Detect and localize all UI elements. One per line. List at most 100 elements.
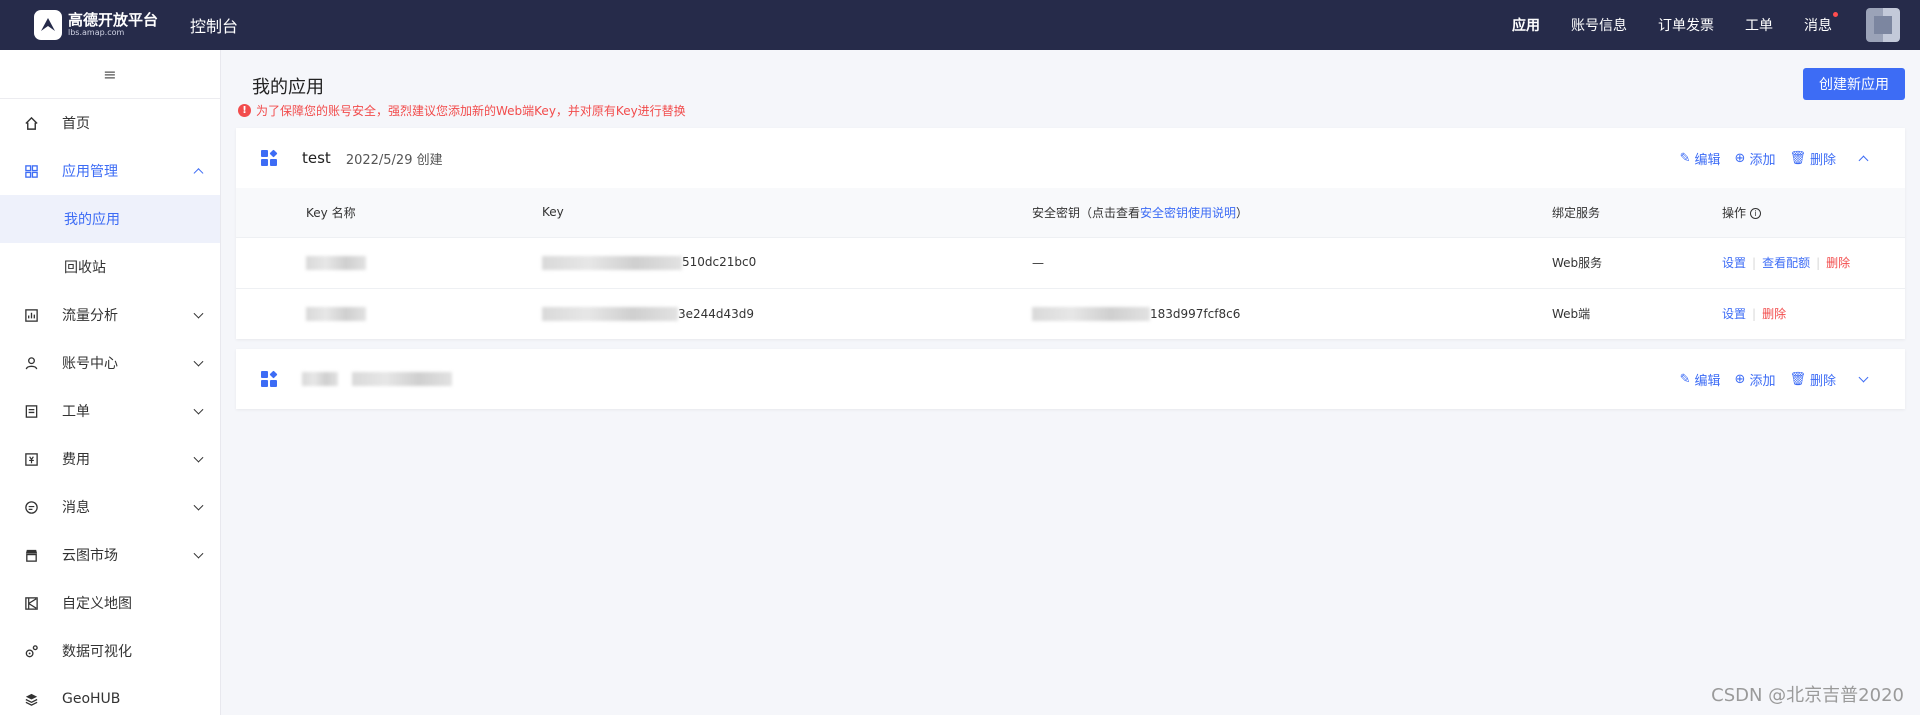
redacted-key	[542, 255, 682, 270]
amap-logo[interactable]: 高德开放平台 lbs.amap.com	[34, 10, 158, 40]
chevron-down-icon	[193, 404, 204, 415]
sidebar-item-data-visualization[interactable]: 数据可视化	[0, 627, 220, 675]
add-key-button[interactable]: ⊕ 添加	[1735, 370, 1776, 389]
nav-messages[interactable]: 消息	[1804, 12, 1838, 35]
service-value: Web端	[1552, 287, 1722, 339]
info-icon[interactable]: i	[1749, 207, 1761, 219]
nav-invoices[interactable]: 订单发票	[1658, 15, 1714, 35]
chevron-down-icon	[193, 500, 204, 511]
page-title: 我的应用	[252, 77, 324, 98]
app-name: test	[302, 149, 331, 167]
sidebar-item-label: 应用管理	[62, 164, 118, 180]
delete-app-button[interactable]: 🗑 删除	[1789, 370, 1836, 389]
sidebar-item-label: 云图市场	[62, 548, 118, 564]
grid-icon	[22, 162, 40, 180]
column-secret-suffix: ）	[1236, 205, 1249, 220]
sidebar-item-app-management[interactable]: 应用管理	[0, 147, 220, 195]
sidebar-item-cloud-market[interactable]: 云图市场	[0, 531, 220, 579]
settings-link[interactable]: 设置	[1722, 256, 1746, 270]
divider: |	[1752, 256, 1757, 270]
nav-tickets[interactable]: 工单	[1745, 15, 1773, 35]
table-row: 3e244d43d9 183d997fcf8c6 Web端 设置 | 删除	[236, 287, 1905, 339]
avatar[interactable]	[1866, 8, 1900, 42]
sidebar-sub-recycle-bin[interactable]: 回收站	[0, 243, 220, 291]
chevron-up-icon	[193, 168, 204, 179]
edit-label: 编辑	[1694, 152, 1721, 168]
chevron-down-icon[interactable]	[1858, 372, 1869, 382]
settings-link[interactable]: 设置	[1722, 307, 1746, 321]
app-created-date: 2022/5/29 创建	[345, 152, 443, 168]
redacted-key	[542, 307, 678, 321]
sidebar-item-billing[interactable]: 费用	[0, 435, 220, 483]
sidebar-item-home[interactable]: 首页	[0, 99, 220, 147]
edit-icon: ✎	[1679, 150, 1691, 166]
create-app-button[interactable]: 创建新应用	[1803, 68, 1905, 100]
redacted-app-date	[352, 372, 452, 386]
edit-label: 编辑	[1694, 373, 1721, 389]
sidebar-item-label: 流量分析	[62, 308, 118, 324]
warning-text: 为了保障您的账号安全，强烈建议您添加新的Web端Key，并对原有Key进行替换	[256, 104, 686, 118]
column-ops: 操作 i	[1722, 188, 1905, 237]
add-key-button[interactable]: ⊕ 添加	[1735, 149, 1776, 168]
sidebar-item-traffic[interactable]: 流量分析	[0, 291, 220, 339]
watermark: CSDN @北京吉普2020	[1711, 685, 1904, 706]
ticket-icon	[22, 402, 40, 420]
app-card-header: test 2022/5/29 创建 ✎ 编辑 ⊕ 添加 🗑 删除	[236, 128, 1905, 188]
add-label: 添加	[1749, 373, 1776, 389]
app-icon	[261, 149, 278, 166]
edit-button[interactable]: ✎ 编辑	[1680, 370, 1721, 389]
sidebar-item-geohub[interactable]: GeoHUB	[0, 675, 220, 715]
edit-button[interactable]: ✎ 编辑	[1680, 149, 1721, 168]
service-value: Web服务	[1552, 236, 1722, 288]
chevron-down-icon	[193, 308, 204, 319]
sidebar-item-account[interactable]: 账号中心	[0, 339, 220, 387]
chevron-down-icon	[193, 356, 204, 367]
redacted-key-name	[306, 307, 366, 321]
top-bar: 高德开放平台 lbs.amap.com 控制台 应用 账号信息 订单发票 工单 …	[0, 0, 1920, 50]
column-key: Key	[542, 188, 1032, 237]
alert-icon: !	[238, 104, 251, 117]
console-title[interactable]: 控制台	[190, 13, 238, 37]
app-card: ✎ 编辑 ⊕ 添加 🗑 删除	[236, 349, 1905, 409]
app-card: test 2022/5/29 创建 ✎ 编辑 ⊕ 添加 🗑 删除 Key 名称 Key…	[236, 128, 1905, 339]
sidebar-item-label: 首页	[62, 116, 90, 132]
sidebar-item-messages[interactable]: 消息	[0, 483, 220, 531]
add-label: 添加	[1749, 152, 1776, 168]
menu-toggle-icon[interactable]: ≡	[0, 50, 220, 99]
top-nav: 应用 账号信息 订单发票 工单 消息	[1512, 0, 1920, 50]
divider: |	[1816, 256, 1821, 270]
sidebar-item-tickets[interactable]: 工单	[0, 387, 220, 435]
chevron-up-icon[interactable]	[1858, 155, 1869, 165]
view-quota-link[interactable]: 查看配额	[1762, 256, 1810, 270]
logo-name: 高德开放平台	[67, 10, 158, 29]
edit-icon: ✎	[1679, 371, 1691, 387]
table-row: 510dc21bc0 — Web服务 设置 | 查看配额 | 删除	[236, 236, 1905, 288]
nav-apps[interactable]: 应用	[1512, 15, 1540, 35]
store-icon	[22, 546, 40, 564]
nav-account[interactable]: 账号信息	[1571, 15, 1627, 35]
trash-icon: 🗑	[1789, 371, 1806, 387]
sidebar-sub-my-apps[interactable]: 我的应用	[0, 195, 220, 243]
layers-icon	[22, 690, 40, 708]
chart-icon	[22, 306, 40, 324]
delete-key-link[interactable]: 删除	[1762, 307, 1786, 321]
table-header-row: Key 名称 Key 安全密钥（点击查看安全密钥使用说明） 绑定服务 操作 i	[236, 188, 1905, 237]
redacted-app-name	[302, 372, 338, 386]
column-secret-prefix: 安全密钥（点击查看	[1032, 205, 1141, 220]
logo-domain: lbs.amap.com	[67, 27, 125, 37]
divider: |	[1752, 307, 1757, 322]
delete-key-link[interactable]: 删除	[1826, 256, 1850, 270]
secret-help-link[interactable]: 安全密钥使用说明	[1140, 206, 1236, 220]
redacted-secret	[1032, 307, 1150, 321]
sidebar-item-label: 数据可视化	[62, 644, 132, 660]
user-icon	[22, 354, 40, 372]
sidebar-item-label: 费用	[62, 452, 90, 468]
sidebar-item-custom-map[interactable]: 自定义地图	[0, 579, 220, 627]
column-secret: 安全密钥（点击查看安全密钥使用说明）	[1032, 188, 1552, 237]
message-icon	[22, 498, 40, 516]
security-warning: ! 为了保障您的账号安全，强烈建议您添加新的Web端Key，并对原有Key进行替…	[238, 102, 686, 119]
delete-app-button[interactable]: 🗑 删除	[1789, 149, 1836, 168]
column-ops-label: 操作	[1722, 205, 1747, 220]
unread-dot	[1833, 12, 1838, 17]
add-circle-icon: ⊕	[1734, 150, 1746, 166]
